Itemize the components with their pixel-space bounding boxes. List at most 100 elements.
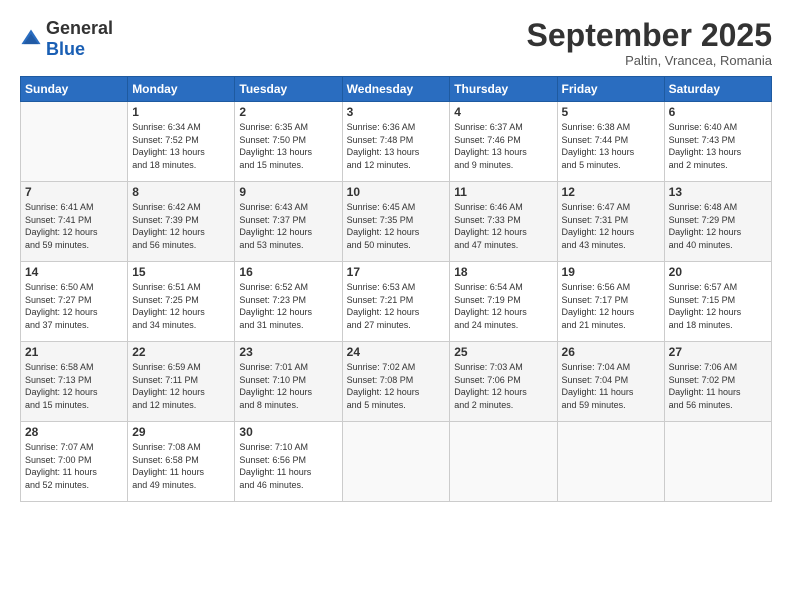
table-row: 30 Sunrise: 7:10 AMSunset: 6:56 PMDayligh… [235, 422, 342, 502]
page: General Blue September 2025 Paltin, Vran… [0, 0, 792, 612]
header-sunday: Sunday [21, 77, 128, 102]
day-number: 17 [347, 265, 446, 279]
day-info: Sunrise: 6:50 AMSunset: 7:27 PMDaylight:… [25, 281, 123, 331]
table-row: 1Sunrise: 6:34 AMSunset: 7:52 PMDaylight… [128, 102, 235, 182]
day-info: Sunrise: 7:08 AMSunset: 6:58 PMDaylight:… [132, 441, 230, 491]
day-info: Sunrise: 6:47 AMSunset: 7:31 PMDaylight:… [562, 201, 660, 251]
day-number: 4 [454, 105, 552, 119]
day-info: Sunrise: 6:41 AMSunset: 7:41 PMDaylight:… [25, 201, 123, 251]
day-info: Sunrise: 6:52 AMSunset: 7:23 PMDaylight:… [239, 281, 337, 331]
day-info: Sunrise: 6:46 AMSunset: 7:33 PMDaylight:… [454, 201, 552, 251]
day-number: 21 [25, 345, 123, 359]
table-row: 24 Sunrise: 7:02 AMSunset: 7:08 PMDayligh… [342, 342, 450, 422]
day-info: Sunrise: 7:02 AMSunset: 7:08 PMDaylight:… [347, 361, 446, 411]
day-number: 12 [562, 185, 660, 199]
day-number: 27 [669, 345, 767, 359]
logo-text: General Blue [46, 18, 113, 60]
table-row: 29 Sunrise: 7:08 AMSunset: 6:58 PMDayligh… [128, 422, 235, 502]
day-info: Sunrise: 7:10 AMSunset: 6:56 PMDaylight:… [239, 441, 337, 491]
day-info: Sunrise: 6:56 AMSunset: 7:17 PMDaylight:… [562, 281, 660, 331]
table-row: 20Sunrise: 6:57 AMSunset: 7:15 PMDayligh… [664, 262, 771, 342]
logo-blue: Blue [46, 39, 85, 59]
day-number: 22 [132, 345, 230, 359]
table-row: 9 Sunrise: 6:43 AMSunset: 7:37 PMDaylight… [235, 182, 342, 262]
day-number: 23 [239, 345, 337, 359]
table-row: 3Sunrise: 6:36 AMSunset: 7:48 PMDaylight… [342, 102, 450, 182]
day-info: Sunrise: 6:43 AMSunset: 7:37 PMDaylight:… [239, 201, 337, 251]
header-tuesday: Tuesday [235, 77, 342, 102]
day-number: 30 [239, 425, 337, 439]
day-info: Sunrise: 6:53 AMSunset: 7:21 PMDaylight:… [347, 281, 446, 331]
day-number: 9 [239, 185, 337, 199]
day-number: 2 [239, 105, 337, 119]
table-row [450, 422, 557, 502]
calendar-week-row: 1Sunrise: 6:34 AMSunset: 7:52 PMDaylight… [21, 102, 772, 182]
logo-icon [20, 28, 42, 50]
table-row [21, 102, 128, 182]
day-number: 26 [562, 345, 660, 359]
day-info: Sunrise: 6:36 AMSunset: 7:48 PMDaylight:… [347, 121, 446, 171]
day-number: 25 [454, 345, 552, 359]
table-row: 2 Sunrise: 6:35 AMSunset: 7:50 PMDaylight… [235, 102, 342, 182]
day-number: 1 [132, 105, 230, 119]
day-info: Sunrise: 7:04 AMSunset: 7:04 PMDaylight:… [562, 361, 660, 411]
table-row: 27Sunrise: 7:06 AMSunset: 7:02 PMDayligh… [664, 342, 771, 422]
day-info: Sunrise: 6:58 AMSunset: 7:13 PMDaylight:… [25, 361, 123, 411]
day-number: 13 [669, 185, 767, 199]
day-number: 24 [347, 345, 446, 359]
table-row: 25 Sunrise: 7:03 AMSunset: 7:06 PMDayligh… [450, 342, 557, 422]
day-number: 11 [454, 185, 552, 199]
table-row: 16 Sunrise: 6:52 AMSunset: 7:23 PMDayligh… [235, 262, 342, 342]
day-number: 20 [669, 265, 767, 279]
header-friday: Friday [557, 77, 664, 102]
calendar-week-row: 14 Sunrise: 6:50 AMSunset: 7:27 PMDayligh… [21, 262, 772, 342]
day-number: 16 [239, 265, 337, 279]
day-info: Sunrise: 6:35 AMSunset: 7:50 PMDaylight:… [239, 121, 337, 171]
table-row: 19Sunrise: 6:56 AMSunset: 7:17 PMDayligh… [557, 262, 664, 342]
table-row: 13 Sunrise: 6:48 AMSunset: 7:29 PMDayligh… [664, 182, 771, 262]
calendar-table: Sunday Monday Tuesday Wednesday Thursday… [20, 76, 772, 502]
header-saturday: Saturday [664, 77, 771, 102]
title-block: September 2025 Paltin, Vrancea, Romania [527, 18, 772, 68]
month-title: September 2025 [527, 18, 772, 53]
header-thursday: Thursday [450, 77, 557, 102]
day-number: 14 [25, 265, 123, 279]
day-info: Sunrise: 7:01 AMSunset: 7:10 PMDaylight:… [239, 361, 337, 411]
table-row: 4 Sunrise: 6:37 AMSunset: 7:46 PMDaylight… [450, 102, 557, 182]
day-number: 7 [25, 185, 123, 199]
day-number: 6 [669, 105, 767, 119]
table-row: 23 Sunrise: 7:01 AMSunset: 7:10 PMDayligh… [235, 342, 342, 422]
day-info: Sunrise: 6:48 AMSunset: 7:29 PMDaylight:… [669, 201, 767, 251]
table-row [664, 422, 771, 502]
table-row: 12 Sunrise: 6:47 AMSunset: 7:31 PMDayligh… [557, 182, 664, 262]
calendar-header-row: Sunday Monday Tuesday Wednesday Thursday… [21, 77, 772, 102]
day-info: Sunrise: 6:59 AMSunset: 7:11 PMDaylight:… [132, 361, 230, 411]
day-number: 5 [562, 105, 660, 119]
day-info: Sunrise: 6:37 AMSunset: 7:46 PMDaylight:… [454, 121, 552, 171]
day-info: Sunrise: 6:42 AMSunset: 7:39 PMDaylight:… [132, 201, 230, 251]
day-info: Sunrise: 6:40 AMSunset: 7:43 PMDaylight:… [669, 121, 767, 171]
table-row: 8Sunrise: 6:42 AMSunset: 7:39 PMDaylight… [128, 182, 235, 262]
table-row: 21 Sunrise: 6:58 AMSunset: 7:13 PMDayligh… [21, 342, 128, 422]
day-info: Sunrise: 7:03 AMSunset: 7:06 PMDaylight:… [454, 361, 552, 411]
day-info: Sunrise: 6:38 AMSunset: 7:44 PMDaylight:… [562, 121, 660, 171]
day-info: Sunrise: 7:07 AMSunset: 7:00 PMDaylight:… [25, 441, 123, 491]
table-row: 11 Sunrise: 6:46 AMSunset: 7:33 PMDayligh… [450, 182, 557, 262]
table-row: 17 Sunrise: 6:53 AMSunset: 7:21 PMDayligh… [342, 262, 450, 342]
table-row: 10Sunrise: 6:45 AMSunset: 7:35 PMDayligh… [342, 182, 450, 262]
header: General Blue September 2025 Paltin, Vran… [20, 18, 772, 68]
table-row: 26 Sunrise: 7:04 AMSunset: 7:04 PMDayligh… [557, 342, 664, 422]
table-row: 28 Sunrise: 7:07 AMSunset: 7:00 PMDayligh… [21, 422, 128, 502]
table-row: 5 Sunrise: 6:38 AMSunset: 7:44 PMDaylight… [557, 102, 664, 182]
location: Paltin, Vrancea, Romania [527, 53, 772, 68]
table-row: 6 Sunrise: 6:40 AMSunset: 7:43 PMDaylight… [664, 102, 771, 182]
day-number: 28 [25, 425, 123, 439]
day-number: 29 [132, 425, 230, 439]
day-number: 15 [132, 265, 230, 279]
day-info: Sunrise: 6:51 AMSunset: 7:25 PMDaylight:… [132, 281, 230, 331]
header-wednesday: Wednesday [342, 77, 450, 102]
table-row [342, 422, 450, 502]
table-row [557, 422, 664, 502]
calendar-week-row: 28 Sunrise: 7:07 AMSunset: 7:00 PMDayligh… [21, 422, 772, 502]
day-info: Sunrise: 6:45 AMSunset: 7:35 PMDaylight:… [347, 201, 446, 251]
